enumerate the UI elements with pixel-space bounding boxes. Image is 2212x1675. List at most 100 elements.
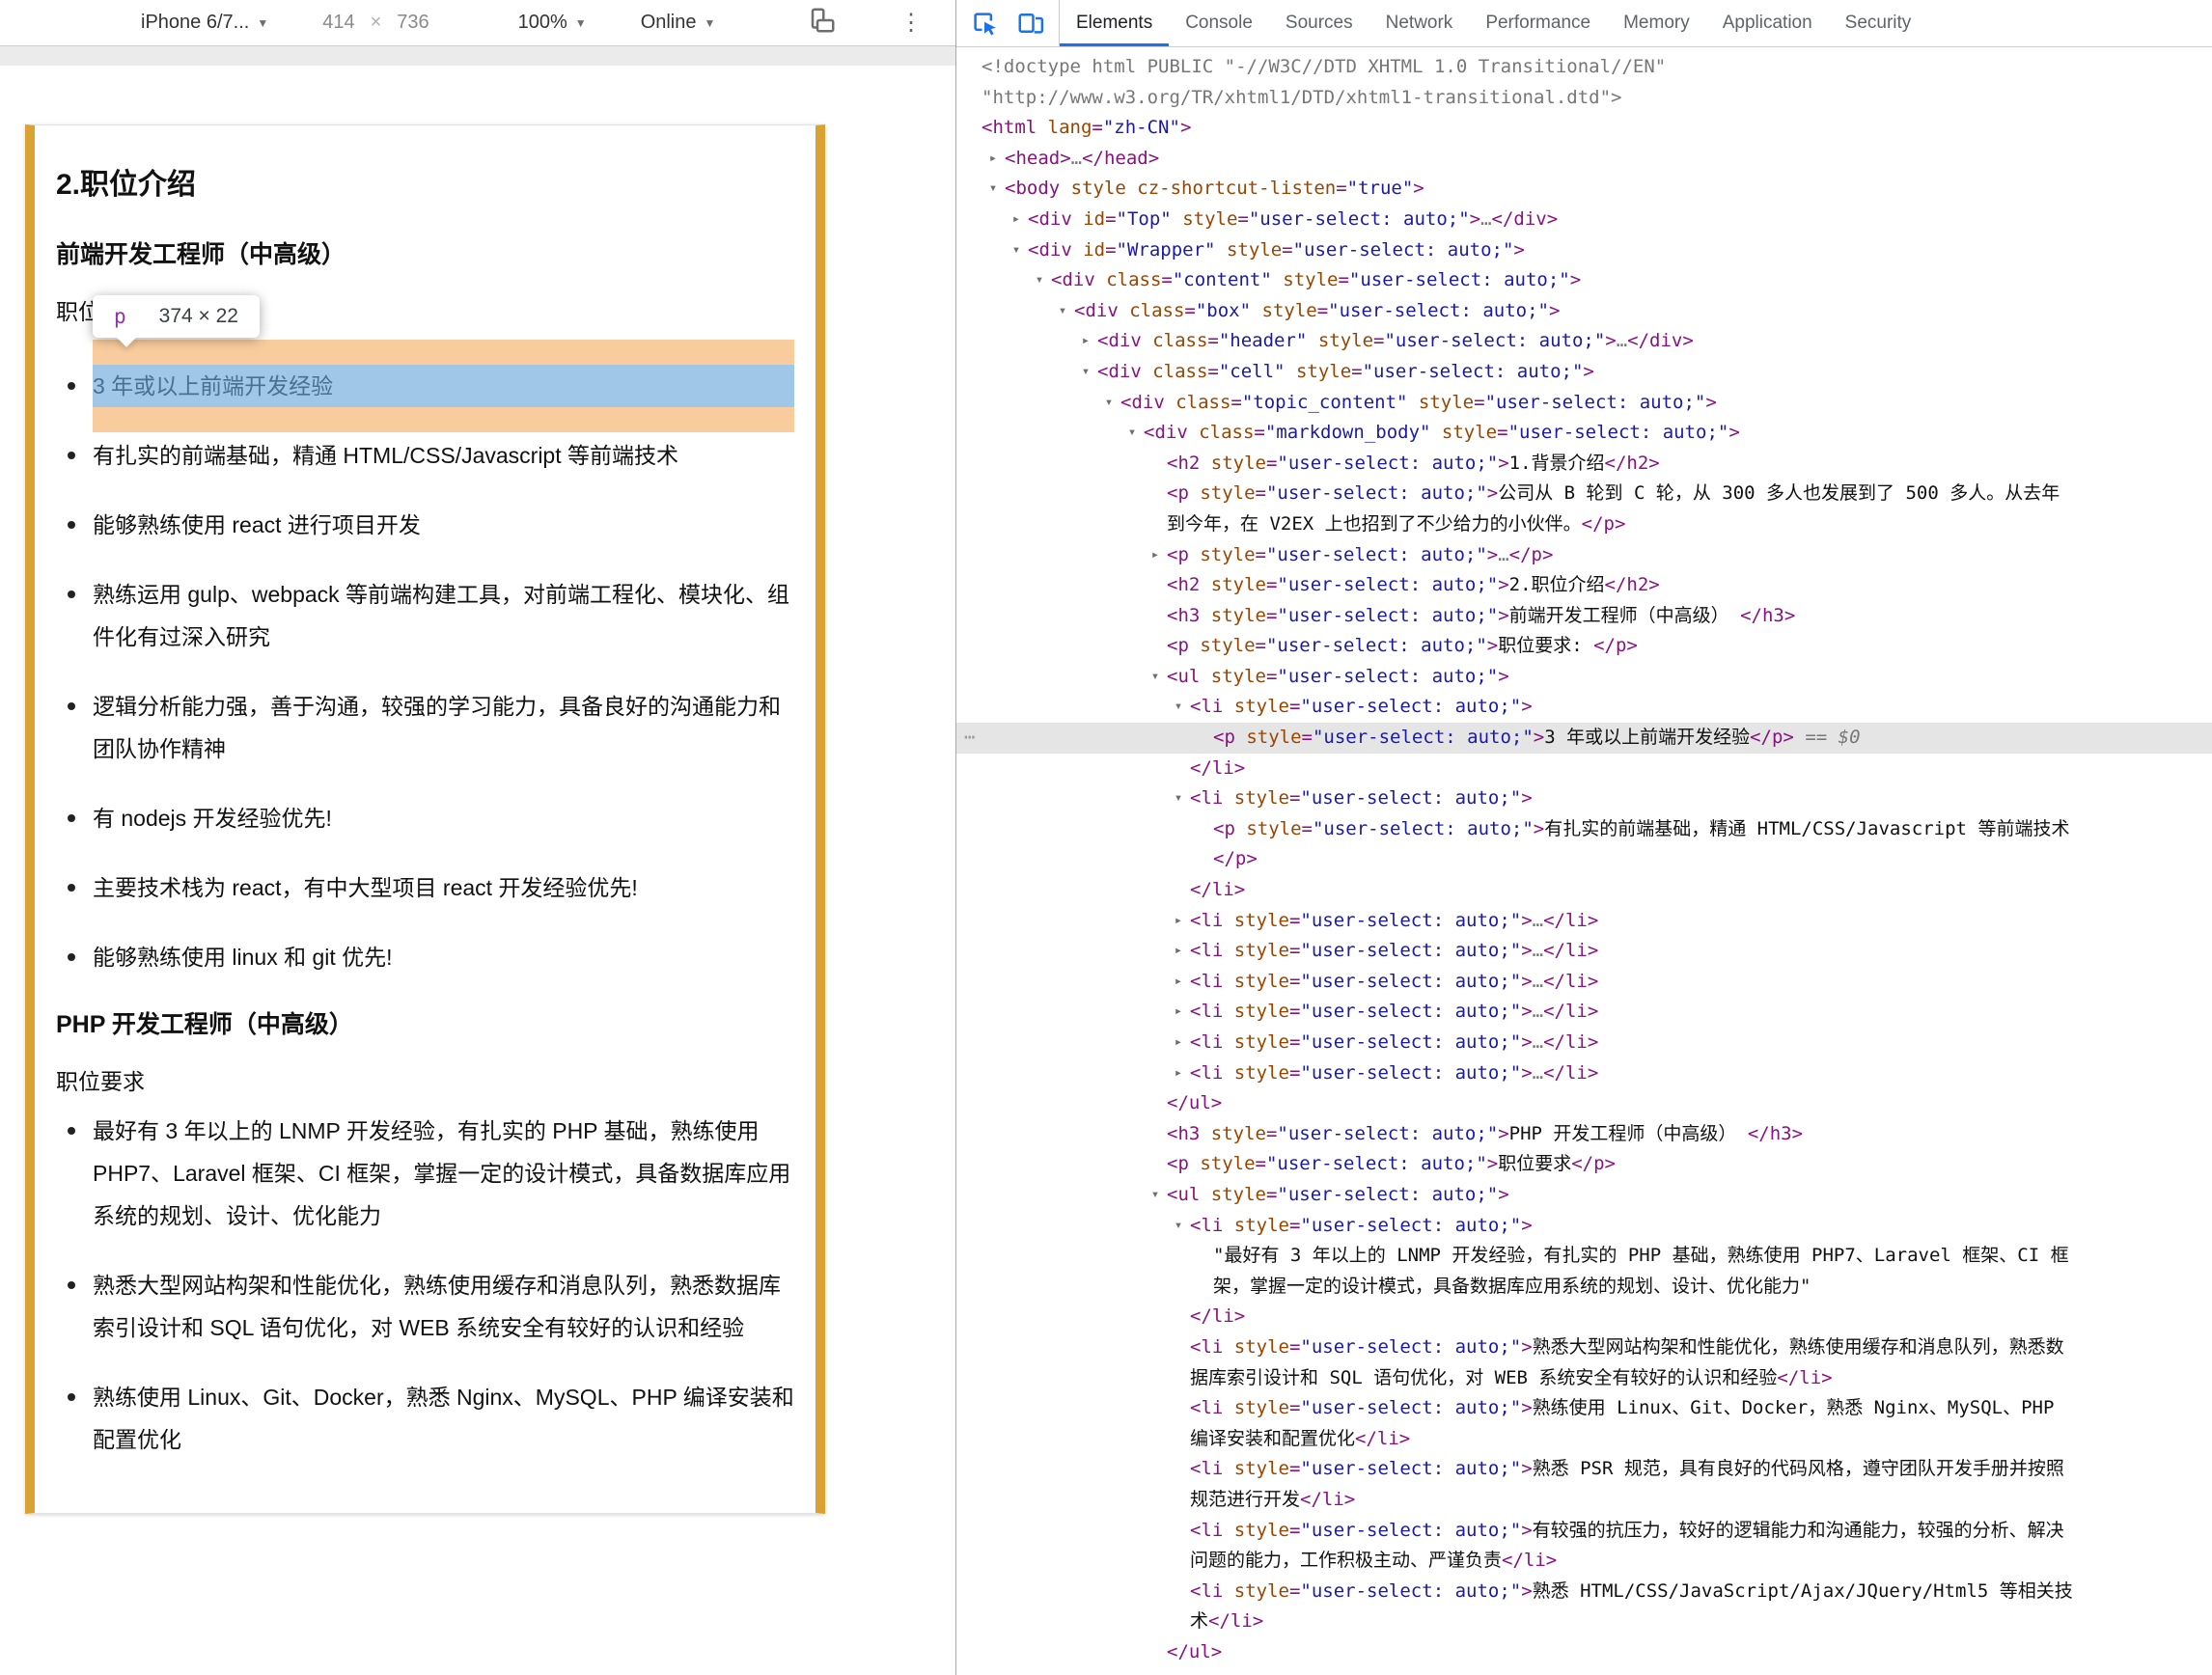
dom-tree-node[interactable]: ▸ <p style="user-select: auto;">…</p> <box>956 540 2212 571</box>
dom-tree-node[interactable]: 编译安装和配置优化</li> <box>956 1424 2212 1455</box>
dom-tree-node[interactable]: "http://www.w3.org/TR/xhtml1/DTD/xhtml1-… <box>956 83 2212 114</box>
viewport-height-field[interactable]: 736 <box>397 12 429 34</box>
dom-tree-node[interactable]: </p> <box>956 844 2212 875</box>
dom-tree-node[interactable]: ▸ <div class="header" style="user-select:… <box>956 326 2212 357</box>
tab-application[interactable]: Application <box>1706 0 1829 46</box>
dom-tree-node[interactable]: </li> <box>956 875 2212 906</box>
dom-tree-node[interactable]: ▸ <div id="Top" style="user-select: auto;… <box>956 205 2212 235</box>
dom-tree-node[interactable]: <li style="user-select: auto;">熟悉 PSR 规范… <box>956 1454 2212 1485</box>
dom-tree-node[interactable]: ▸ <li style="user-select: auto;">…</li> <box>956 906 2212 937</box>
dom-tree-node[interactable]: 架，掌握一定的设计模式，具备数据库应用系统的规划、设计、优化能力" <box>956 1272 2212 1303</box>
network-throttle-selector[interactable]: Online ▼ <box>641 12 716 34</box>
dom-tree-node[interactable]: <h2 style="user-select: auto;">2.职位介绍</h… <box>956 570 2212 601</box>
expand-arrow-icon[interactable]: ▸ <box>1168 1058 1189 1089</box>
dom-tree-node[interactable]: 据库索引设计和 SQL 语句优化，对 WEB 系统安全有较好的认识和经验</li… <box>956 1363 2212 1394</box>
tab-security[interactable]: Security <box>1829 0 1928 46</box>
node-overflow-menu-icon[interactable]: ⋯ <box>964 723 976 754</box>
collapse-arrow-icon[interactable]: ▾ <box>1145 1180 1166 1211</box>
collapse-arrow-icon[interactable]: ▾ <box>1029 265 1050 296</box>
dom-tree-node[interactable]: <p style="user-select: auto;">有扎实的前端基础，精… <box>956 814 2212 845</box>
dom-tree-node[interactable]: </li> <box>956 754 2212 784</box>
expand-arrow-icon[interactable]: ▸ <box>1168 967 1189 998</box>
dom-tree-node[interactable]: ▾ <div class="box" style="user-select: au… <box>956 296 2212 327</box>
dom-tree-node[interactable]: ▸ <li style="user-select: auto;">…</li> <box>956 1058 2212 1089</box>
tab-elements[interactable]: Elements <box>1060 0 1170 46</box>
collapse-arrow-icon[interactable]: ▾ <box>1052 296 1073 327</box>
viewport-width-field[interactable]: 414 <box>322 12 354 34</box>
collapse-arrow-icon[interactable]: ▾ <box>1168 1211 1189 1242</box>
dom-tree-node[interactable]: <li style="user-select: auto;">有较强的抗压力，较… <box>956 1516 2212 1547</box>
inspect-element-icon[interactable] <box>970 9 999 38</box>
zoom-selector[interactable]: 100% ▼ <box>518 12 587 34</box>
dom-tree-node[interactable]: 问题的能力，工作积极主动、严谨负责</li> <box>956 1546 2212 1577</box>
dom-tree-node[interactable]: ▾ <div class="cell" style="user-select: a… <box>956 357 2212 388</box>
tab-memory[interactable]: Memory <box>1607 0 1706 46</box>
dom-tree-node[interactable]: "最好有 3 年以上的 LNMP 开发经验，有扎实的 PHP 基础，熟练使用 P… <box>956 1241 2212 1272</box>
collapse-arrow-icon[interactable]: ▾ <box>1006 235 1027 266</box>
expand-arrow-icon[interactable]: ▸ <box>1168 936 1189 967</box>
dom-tree-node[interactable]: ▾ <div class="markdown_body" style="user-… <box>956 418 2212 449</box>
toggle-device-toolbar-icon[interactable] <box>1016 9 1045 38</box>
dom-tree-node[interactable]: <h3 style="user-select: auto;">PHP 开发工程师… <box>956 1119 2212 1150</box>
expand-arrow-icon[interactable]: ▸ <box>982 144 1004 175</box>
dom-tree-node[interactable]: ▸ <li style="user-select: auto;">…</li> <box>956 967 2212 998</box>
dom-tree-node[interactable]: 规范进行开发</li> <box>956 1485 2212 1516</box>
dom-tree-node[interactable]: ▸ <head>…</head> <box>956 144 2212 175</box>
collapse-arrow-icon[interactable]: ▾ <box>1121 418 1143 449</box>
dom-tree-node[interactable]: <li style="user-select: auto;">熟悉大型网站构架和… <box>956 1332 2212 1363</box>
expand-arrow-icon[interactable]: ▸ <box>1145 540 1166 571</box>
dom-tree-node[interactable]: ▾ <div id="Wrapper" style="user-select: a… <box>956 235 2212 266</box>
dom-tree-node[interactable]: ▾ <li style="user-select: auto;"> <box>956 1211 2212 1242</box>
dom-tree-node[interactable]: ▸ <li style="user-select: auto;">…</li> <box>956 1028 2212 1058</box>
dom-tree-node[interactable]: <html lang="zh-CN"> <box>956 113 2212 144</box>
dom-tree-node[interactable]: <!doctype html PUBLIC "-//W3C//DTD XHTML… <box>956 52 2212 83</box>
collapse-arrow-icon[interactable]: ▾ <box>1145 662 1166 693</box>
dom-tree-node[interactable]: <h2 style="user-select: auto;">1.背景介绍</h… <box>956 449 2212 480</box>
collapse-arrow-icon[interactable]: ▾ <box>1075 357 1096 388</box>
list-item: 熟练使用 Linux、Git、Docker，熟悉 Nginx、MySQL、PHP… <box>68 1376 794 1461</box>
devtools-tabs: Elements Console Sources Network Performance… <box>1060 0 1927 46</box>
dom-tree-node[interactable]: <h3 style="user-select: auto;">前端开发工程师（中… <box>956 601 2212 632</box>
collapse-arrow-icon[interactable]: ▾ <box>1168 692 1189 723</box>
dom-tree-node[interactable]: <p style="user-select: auto;">职位要求: </p> <box>956 631 2212 662</box>
devtools-toolbar-icons <box>956 0 1060 46</box>
tab-performance[interactable]: Performance <box>1469 0 1607 46</box>
dom-tree-node[interactable]: ▾ <li style="user-select: auto;"> <box>956 783 2212 814</box>
dom-tree-node[interactable]: ⋯ <p style="user-select: auto;">3 年或以上前端开… <box>956 723 2212 754</box>
page-section-title: 2.职位介绍 <box>56 169 197 201</box>
device-toolbar-menu-button[interactable]: ⋮ <box>899 11 923 35</box>
collapse-arrow-icon[interactable]: ▾ <box>982 174 1004 205</box>
dom-tree-node[interactable]: 到今年，在 V2EX 上也招到了不少给力的小伙伴。</p> <box>956 509 2212 540</box>
dom-tree-node[interactable]: ▾ <ul style="user-select: auto;"> <box>956 662 2212 693</box>
dom-tree-node[interactable]: ▾ <div class="topic_content" style="user-… <box>956 388 2212 419</box>
dom-tree-node[interactable]: ▾ <div class="content" style="user-select… <box>956 265 2212 296</box>
dom-tree-node[interactable]: <li style="user-select: auto;">熟悉 HTML/C… <box>956 1577 2212 1607</box>
dom-tree-node[interactable]: ▸ <li style="user-select: auto;">…</li> <box>956 936 2212 967</box>
device-selector[interactable]: iPhone 6/7... ▼ <box>141 12 268 34</box>
collapse-arrow-icon[interactable]: ▾ <box>1098 388 1120 419</box>
dom-tree-node[interactable]: </ul> <box>956 1637 2212 1668</box>
collapse-arrow-icon[interactable]: ▾ <box>1168 783 1189 814</box>
dom-tree-node[interactable]: <p style="user-select: auto;">职位要求</p> <box>956 1149 2212 1180</box>
expand-arrow-icon[interactable]: ▸ <box>1168 1028 1189 1058</box>
dom-tree-node[interactable]: 术</li> <box>956 1606 2212 1637</box>
tab-sources[interactable]: Sources <box>1269 0 1369 46</box>
rotate-device-button[interactable] <box>808 6 837 41</box>
expand-arrow-icon[interactable]: ▸ <box>1168 906 1189 937</box>
dom-tree-node[interactable]: ▾ <body style cz-shortcut-listen="true"> <box>956 174 2212 205</box>
page-background-strip <box>0 46 955 66</box>
chevron-down-icon: ▼ <box>574 15 587 30</box>
expand-arrow-icon[interactable]: ▸ <box>1006 205 1027 235</box>
tab-network[interactable]: Network <box>1369 0 1470 46</box>
dom-tree-node[interactable]: <li style="user-select: auto;">熟练使用 Linu… <box>956 1393 2212 1424</box>
dom-tree-node[interactable]: ▾ <ul style="user-select: auto;"> <box>956 1180 2212 1211</box>
tooltip-tag-name: p <box>114 305 126 328</box>
dom-tree-node[interactable]: ▾ <li style="user-select: auto;"> <box>956 692 2212 723</box>
dom-tree-node[interactable]: </ul> <box>956 1088 2212 1119</box>
dom-tree-node[interactable]: ▸ <li style="user-select: auto;">…</li> <box>956 997 2212 1028</box>
dom-tree-node[interactable]: <p style="user-select: auto;">公司从 B 轮到 C… <box>956 479 2212 509</box>
expand-arrow-icon[interactable]: ▸ <box>1075 326 1096 357</box>
tab-console[interactable]: Console <box>1169 0 1269 46</box>
dom-tree-node[interactable]: </li> <box>956 1302 2212 1332</box>
expand-arrow-icon[interactable]: ▸ <box>1168 997 1189 1028</box>
